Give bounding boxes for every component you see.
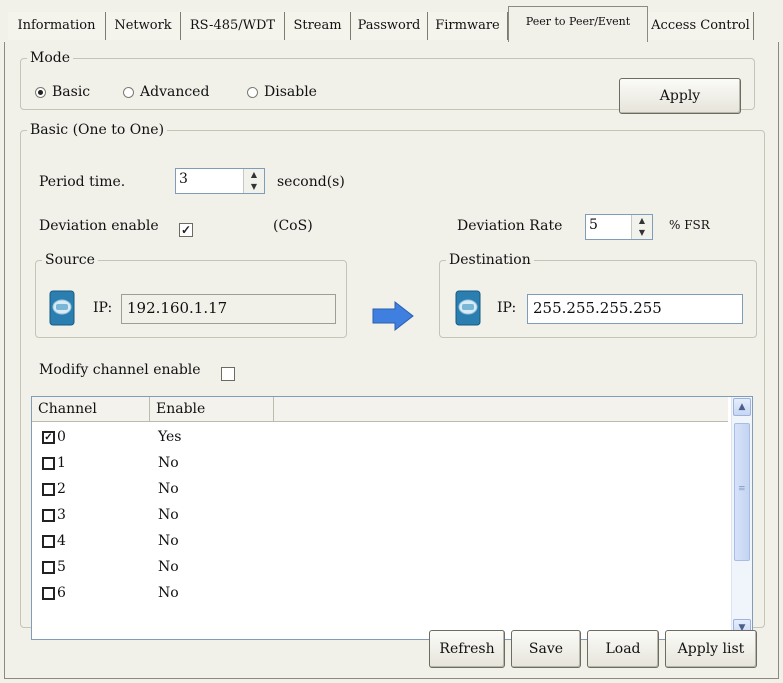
source-ip-field[interactable]: 192.160.1.17 [121,294,336,324]
channel-checkbox[interactable] [42,561,55,574]
mode-basic-label: Basic [52,84,91,100]
tab-network[interactable]: Network [106,12,181,40]
source-ip-label: IP: [93,300,113,316]
mode-advanced-radio[interactable]: Advanced [123,84,209,100]
period-time-label: Period time. [39,174,126,190]
channel-number: 4 [57,533,66,549]
apply-list-button[interactable]: Apply list [665,630,757,668]
channel-checkbox[interactable] [42,535,55,548]
scroll-thumb[interactable] [734,423,750,561]
spin-down-icon[interactable]: ▼ [244,181,264,193]
list-item[interactable]: 1 No [32,451,728,477]
source-legend: Source [45,252,95,268]
period-time-spinner[interactable]: 3 ▲ ▼ [175,168,265,194]
spinner-arrows[interactable]: ▲ ▼ [243,169,264,193]
refresh-button[interactable]: Refresh [429,630,505,668]
mode-legend: Mode [30,50,71,66]
list-item[interactable]: 5 No [32,555,728,581]
mode-disable-radio[interactable]: Disable [247,84,317,100]
tab-firmware[interactable]: Firmware [428,12,508,40]
deviation-rate-label: Deviation Rate [457,218,563,234]
period-time-value: 3 [179,171,188,187]
tab-stream[interactable]: Stream [285,12,351,40]
list-item[interactable]: 3 No [32,503,728,529]
mode-basic-radio[interactable]: Basic [35,84,90,100]
channel-enable: Yes [158,429,182,445]
channel-checkbox[interactable] [42,457,55,470]
column-header-channel[interactable]: Channel [32,397,150,421]
tab-peer-to-peer-event[interactable]: Peer to Peer/Event [508,6,648,42]
scroll-up-icon[interactable]: ▲ [733,398,751,416]
channel-enable: No [158,533,179,549]
list-header: Channel Enable [32,397,728,422]
deviation-enable-label: Deviation enable [39,218,159,234]
modify-channel-label: Modify channel enable [39,362,201,378]
tab-bar: Information Network RS-485/WDT Stream Pa… [4,4,779,42]
column-header-enable[interactable]: Enable [150,397,274,421]
cos-label: (CoS) [273,218,313,234]
channel-enable: No [158,455,179,471]
tab-information[interactable]: Information [8,12,106,40]
channel-list[interactable]: Channel Enable ✓ 0 Yes 1 No 2 No 3 No 4 … [31,396,753,640]
channel-number: 0 [57,429,66,445]
list-item[interactable]: 2 No [32,477,728,503]
deviation-enable-checkbox[interactable]: ✓ [179,223,193,237]
tab-panel: Mode Basic Advanced Disable Apply Basic … [4,42,779,679]
list-item[interactable]: 6 No [32,581,728,607]
vertical-scrollbar[interactable]: ▲ ▼ [731,397,752,639]
destination-legend: Destination [449,252,531,268]
list-item[interactable]: 4 No [32,529,728,555]
channel-number: 1 [57,455,66,471]
period-unit-label: second(s) [277,174,345,190]
list-item[interactable]: ✓ 0 Yes [32,425,728,451]
device-icon [455,290,481,326]
mode-disable-label: Disable [264,84,317,100]
radio-unselected-icon [123,86,134,98]
radio-selected-icon [35,86,46,98]
spin-down-icon[interactable]: ▼ [632,227,652,239]
channel-checkbox[interactable] [42,483,55,496]
deviation-rate-value: 5 [589,217,598,233]
channel-checkbox[interactable] [42,587,55,600]
mode-advanced-label: Advanced [140,84,210,100]
radio-unselected-icon [247,86,258,98]
save-button[interactable]: Save [511,630,581,668]
tab-access-control[interactable]: Access Control [648,12,754,40]
channel-enable: No [158,559,179,575]
device-icon [49,290,75,326]
apply-button[interactable]: Apply [619,78,741,114]
channel-enable: No [158,585,179,601]
channel-number: 5 [57,559,66,575]
destination-ip-field[interactable]: 255.255.255.255 [527,294,743,324]
channel-number: 6 [57,585,66,601]
deviation-rate-unit: % FSR [669,218,710,232]
settings-window: Information Network RS-485/WDT Stream Pa… [0,0,783,683]
tab-rs485-wdt[interactable]: RS-485/WDT [181,12,285,40]
tab-password[interactable]: Password [351,12,428,40]
right-arrow-icon [372,300,414,332]
channel-number: 3 [57,507,66,523]
deviation-rate-spinner[interactable]: 5 ▲ ▼ [585,214,653,240]
basic-legend: Basic (One to One) [30,122,165,138]
channel-number: 2 [57,481,66,497]
modify-channel-checkbox[interactable] [221,367,235,381]
channel-checkbox[interactable]: ✓ [42,431,55,444]
spin-up-icon[interactable]: ▲ [632,215,652,227]
load-button[interactable]: Load [587,630,659,668]
channel-checkbox[interactable] [42,509,55,522]
channel-enable: No [158,507,179,523]
spinner-arrows[interactable]: ▲ ▼ [631,215,652,239]
destination-ip-label: IP: [497,300,517,316]
spin-up-icon[interactable]: ▲ [244,169,264,181]
channel-enable: No [158,481,179,497]
